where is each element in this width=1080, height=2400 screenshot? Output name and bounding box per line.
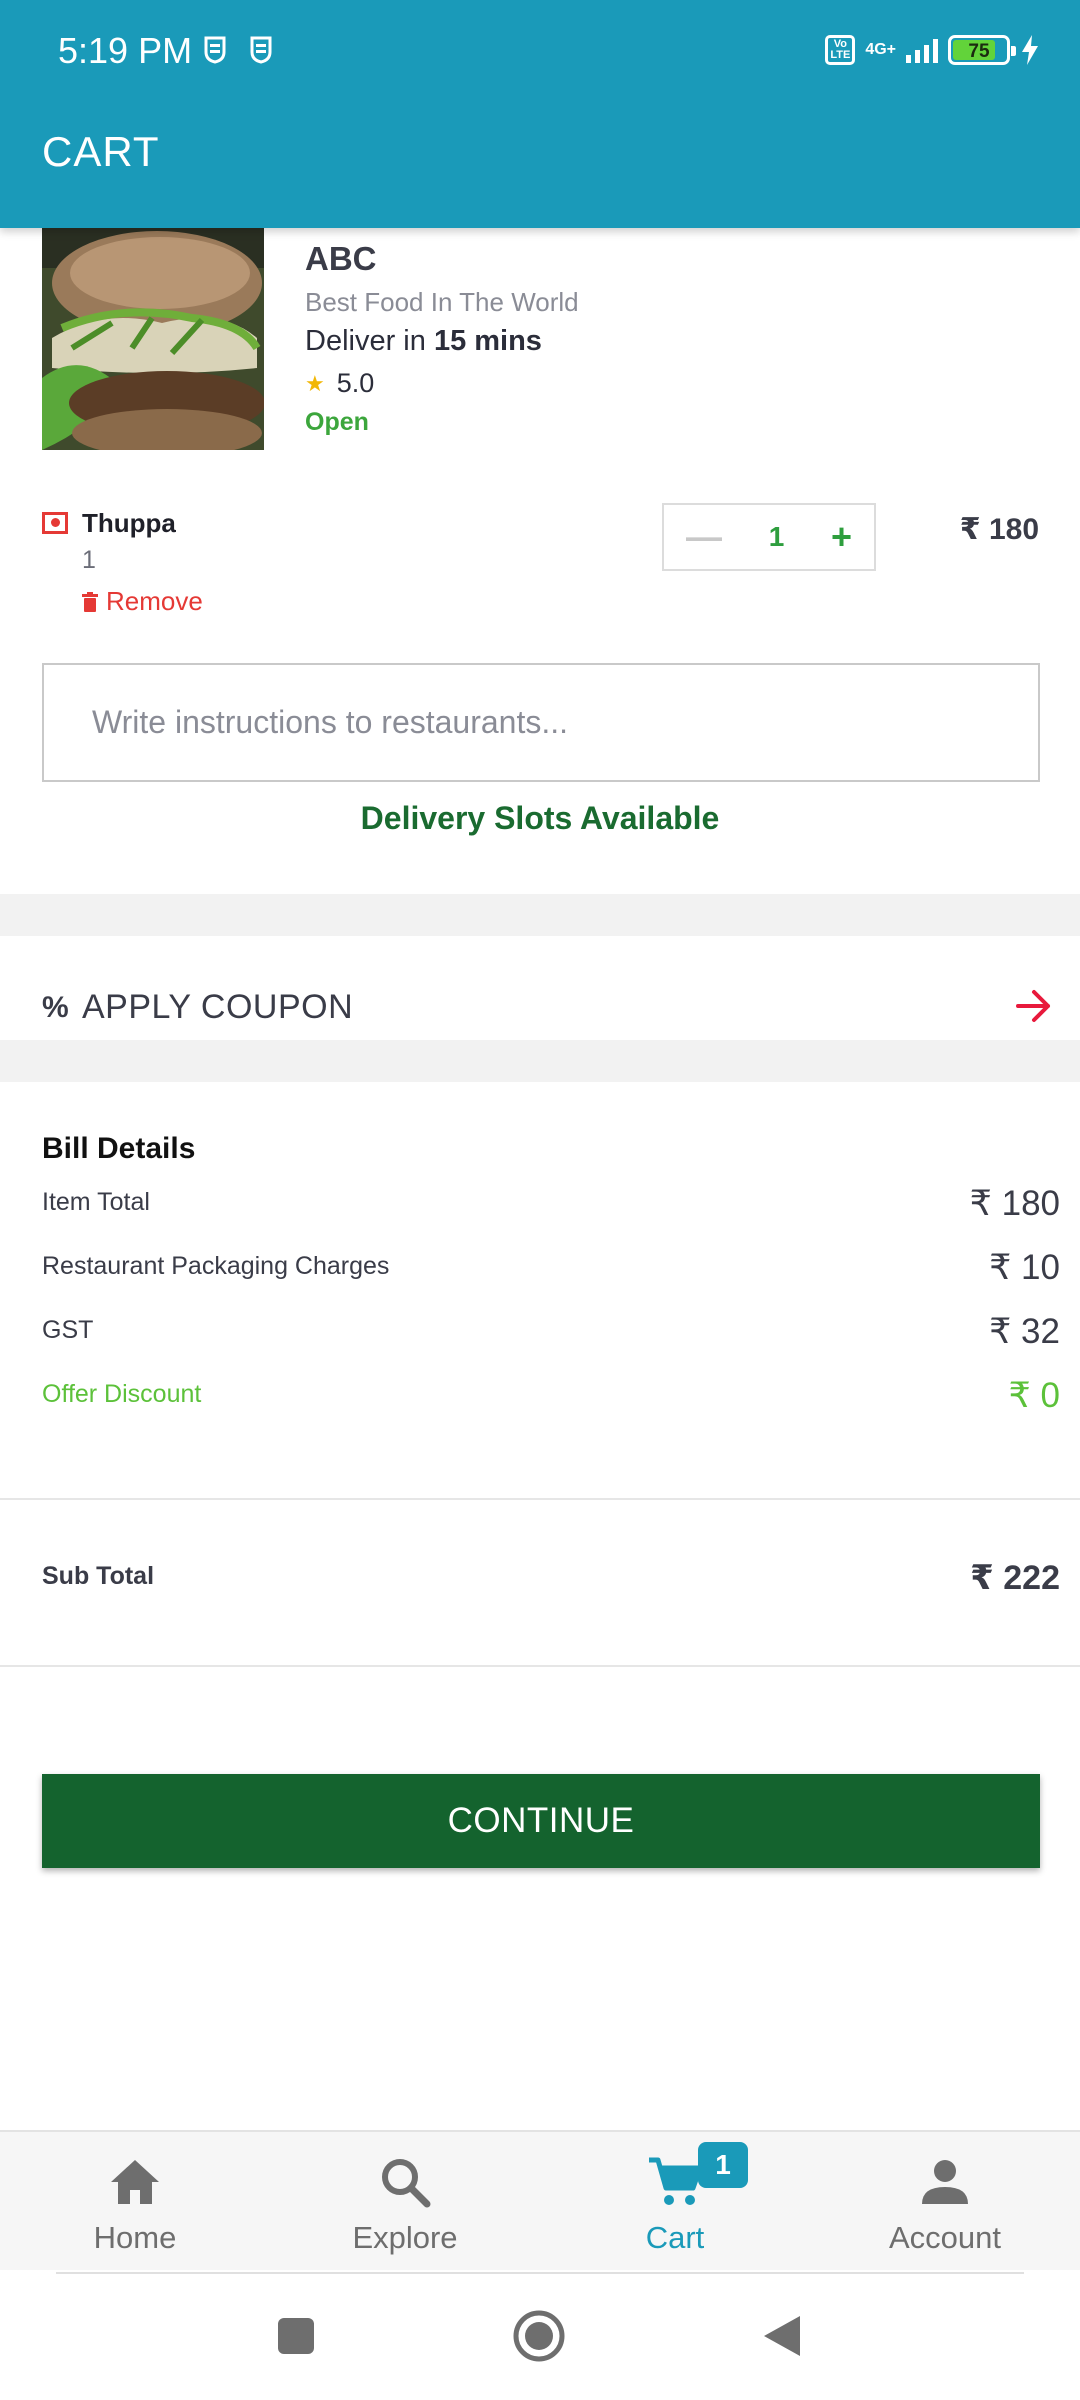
delivery-slots-text: Delivery Slots Available — [360, 800, 720, 836]
restaurant-image — [42, 228, 264, 450]
restaurant-name: ABC — [305, 240, 377, 277]
bill-row-value: ₹ 10 — [989, 1248, 1060, 1287]
quantity-value: 1 — [768, 521, 785, 552]
continue-button[interactable]: CONTINUE — [42, 1774, 1040, 1868]
battery-icon: 75 — [948, 35, 1016, 65]
instructions-input[interactable] — [42, 663, 1040, 782]
bill-row: Item Total ₹ 180 — [42, 1184, 1060, 1232]
divider — [0, 1498, 1080, 1500]
notification-icon — [250, 36, 272, 64]
page-title: CART — [42, 128, 160, 175]
restaurant-status: Open — [305, 408, 369, 436]
percent-icon: % — [42, 991, 69, 1024]
nonveg-indicator-icon — [42, 512, 68, 534]
arrow-right-icon — [1016, 990, 1050, 1022]
bill-row-discount: Offer Discount ₹ 0 — [42, 1376, 1060, 1424]
restaurant-rating: ★ 5.0 — [305, 368, 374, 399]
section-divider — [0, 894, 1080, 936]
nav-item-cart[interactable]: 1 Cart — [540, 2132, 810, 2272]
rating-value: 5.0 — [336, 368, 375, 398]
restaurant-tagline: Best Food In The World — [305, 287, 579, 317]
nav-item-explore[interactable]: Explore — [270, 2132, 540, 2272]
bill-row-label: Restaurant Packaging Charges — [42, 1252, 390, 1280]
notification-icon — [204, 36, 226, 64]
recent-apps-icon[interactable] — [274, 2314, 318, 2358]
nav-label: Explore — [352, 2220, 458, 2255]
section-divider — [0, 1040, 1080, 1082]
star-icon: ★ — [305, 370, 325, 396]
volte-icon: Vo LTE — [825, 35, 856, 65]
nav-item-home[interactable]: Home — [0, 2132, 270, 2272]
nav-item-account[interactable]: Account — [810, 2132, 1080, 2272]
bill-row-value: ₹ 0 — [1008, 1376, 1060, 1415]
bill-row-value: ₹ 180 — [969, 1184, 1060, 1223]
subtotal-label: Sub Total — [42, 1562, 155, 1590]
bill-details-title: Bill Details — [42, 1132, 196, 1165]
apply-coupon-label: APPLY COUPON — [82, 988, 354, 1026]
bill-row: GST ₹ 32 — [42, 1312, 1060, 1360]
bill-row-value: ₹ 32 — [989, 1312, 1060, 1351]
search-icon — [382, 2159, 431, 2208]
account-icon — [922, 2160, 968, 2204]
increase-quantity-button[interactable]: + — [831, 519, 852, 555]
bill-row-label: GST — [42, 1316, 94, 1344]
delivery-time-value: 15 mins — [433, 325, 542, 357]
nav-label: Cart — [645, 2220, 705, 2255]
network-type: 4G+ — [865, 41, 896, 58]
bill-row-label: Offer Discount — [42, 1380, 202, 1408]
bottom-nav: Home Explore 1 Cart Account — [0, 2130, 1080, 2270]
delivery-prefix: Deliver in — [305, 325, 434, 357]
delivery-time: Deliver in 15 mins — [305, 325, 542, 358]
divider — [0, 1665, 1080, 1667]
item-quantity-text: 1 — [82, 546, 96, 574]
battery-level: 75 — [968, 41, 990, 62]
remove-item-button[interactable]: Remove — [82, 586, 203, 617]
apply-coupon-row[interactable]: % APPLY COUPON — [0, 936, 1080, 1040]
back-icon[interactable] — [760, 2314, 804, 2358]
charging-icon — [1022, 35, 1038, 65]
status-time: 5:19 PM — [58, 30, 193, 71]
status-bar: 5:19 PM Vo LTE 4G+ 75 — [0, 0, 1080, 100]
nav-label: Account — [888, 2220, 1001, 2255]
item-name: Thuppa — [82, 508, 176, 538]
app-header: 5:19 PM Vo LTE 4G+ 75 CART — [0, 0, 1080, 228]
trash-icon — [82, 591, 98, 612]
cart-icon — [649, 2157, 703, 2205]
bill-row: Restaurant Packaging Charges ₹ 10 — [42, 1248, 1060, 1296]
cart-count-badge: 1 — [698, 2142, 748, 2188]
bill-row-label: Item Total — [42, 1188, 150, 1216]
decrease-quantity-button[interactable]: — — [686, 519, 722, 555]
signal-icon — [906, 37, 938, 63]
subtotal-value: ₹ 222 — [970, 1559, 1060, 1597]
nav-label: Home — [93, 2220, 177, 2255]
home-icon — [111, 2160, 159, 2204]
home-button-icon[interactable] — [512, 2309, 566, 2363]
burger-photo — [42, 228, 264, 450]
item-price: ₹ 180 — [959, 513, 1039, 546]
quantity-stepper: — 1 + — [662, 503, 876, 571]
system-nav-bar — [0, 2274, 1080, 2400]
remove-label: Remove — [106, 586, 203, 616]
system-indicators: Vo LTE 4G+ 75 — [825, 30, 1040, 70]
